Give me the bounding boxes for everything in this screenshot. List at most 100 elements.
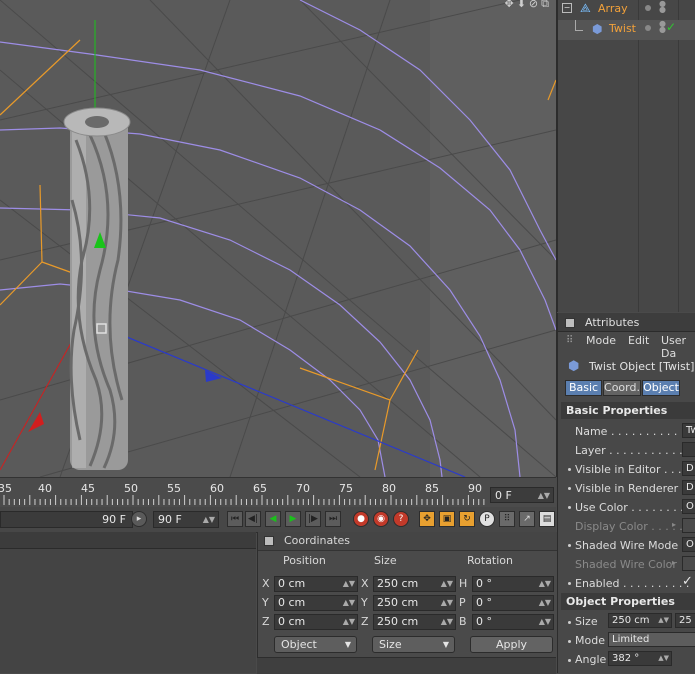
expand-arrow-icon[interactable]: ▸	[672, 558, 676, 567]
timeline-window-icon[interactable]: ▤	[539, 511, 555, 527]
use-color-dropdown[interactable]: O	[682, 499, 695, 514]
play-forward-icon[interactable]: ▶	[285, 511, 301, 527]
viewport-nav-icons[interactable]: ✥⬇⊘⧉	[504, 0, 552, 11]
object-row-array[interactable]: − ⟁ Array ● ●	[558, 0, 695, 20]
tab-basic[interactable]: Basic	[565, 380, 602, 396]
transport-bar: 90 F ▸ 90 F ▲▼ ⏮ ◀| ◀ ▶ |▶ ⏭ ● ◉ ? ✥ ▣ ↻ …	[0, 507, 556, 533]
visibility-dot-icon[interactable]	[645, 25, 651, 31]
tick-label: 55	[167, 482, 181, 495]
visible-renderer-dropdown[interactable]: D	[682, 480, 695, 495]
axis-label: P	[459, 596, 466, 609]
step-back-icon[interactable]: ◀|	[245, 511, 261, 527]
expand-arrow-icon[interactable]: ▸	[672, 520, 676, 529]
play-backward-icon[interactable]: ◀	[265, 511, 281, 527]
twist-deformer-icon: ⬢	[568, 359, 580, 374]
goto-end-icon[interactable]: ⏭	[325, 511, 341, 527]
axis-label: B	[459, 615, 467, 628]
tick-label: 40	[38, 482, 52, 495]
render-dot-icon[interactable]: ● ●	[659, 0, 666, 14]
tick-label: 45	[81, 482, 95, 495]
shaded-wire-color-swatch[interactable]	[682, 556, 695, 571]
enabled-checkbox[interactable]: ✓	[682, 574, 693, 589]
display-color-swatch[interactable]	[682, 518, 695, 533]
position-z-field[interactable]: 0 cm ▲▼	[274, 614, 358, 630]
rotation-p-field[interactable]: 0 ° ▲▼	[472, 595, 554, 611]
interpolation-icon[interactable]: ↗	[519, 511, 535, 527]
apply-button[interactable]: Apply	[470, 636, 553, 653]
rotation-key-icon[interactable]: ↻	[459, 511, 475, 527]
keyframe-selection-icon[interactable]: ?	[393, 511, 409, 527]
range-slider-handle[interactable]: ▸	[131, 511, 147, 527]
parameter-key-icon[interactable]: P	[479, 511, 495, 527]
animation-dot-icon[interactable]	[568, 468, 571, 471]
coordinates-header: Coordinates	[258, 532, 557, 551]
range-end-slider[interactable]: 90 F	[0, 511, 133, 528]
size-y-field[interactable]: 25	[675, 613, 695, 628]
menu-edit[interactable]: Edit	[628, 334, 649, 347]
axis-label: Z	[361, 615, 369, 628]
object-name[interactable]: Array	[598, 2, 628, 15]
size-z-field[interactable]: 250 cm ▲▼	[373, 614, 456, 630]
menu-user-data[interactable]: User Da	[661, 334, 695, 360]
axis-label: Z	[262, 615, 270, 628]
tick-label: 60	[210, 482, 224, 495]
visible-editor-dropdown[interactable]: D	[682, 461, 695, 476]
property-label: Name . . . . . . . . . . . .	[575, 425, 692, 438]
angle-field[interactable]: 382 ° ▲▼	[608, 651, 672, 666]
property-label: Display Color . . . . .	[575, 520, 683, 533]
animation-dot-icon[interactable]	[568, 659, 571, 662]
tab-coord[interactable]: Coord.	[603, 380, 641, 396]
size-x-field[interactable]: 250 cm ▲▼	[373, 576, 456, 592]
rotation-h-field[interactable]: 0 ° ▲▼	[472, 576, 554, 592]
animation-dot-icon[interactable]	[568, 582, 571, 585]
position-key-icon[interactable]: ✥	[419, 511, 435, 527]
animation-dot-icon[interactable]	[568, 487, 571, 490]
animation-dot-icon[interactable]	[568, 544, 571, 547]
object-row-twist[interactable]: ⬢ Twist ● ● ✓	[558, 20, 695, 40]
3d-viewport[interactable]: ✥⬇⊘⧉	[0, 0, 557, 477]
size-x-field[interactable]: 250 cm ▲▼	[608, 613, 672, 628]
viewport-scene[interactable]	[0, 0, 556, 477]
size-y-field[interactable]: 250 cm ▲▼	[373, 595, 456, 611]
collapse-toggle-icon[interactable]: −	[562, 3, 572, 13]
mode-dropdown[interactable]: Limited	[608, 632, 695, 647]
size-mode-dropdown[interactable]: Size ▼	[372, 636, 455, 653]
position-y-field[interactable]: 0 cm ▲▼	[274, 595, 358, 611]
animation-dot-icon[interactable]	[568, 621, 571, 624]
goto-start-icon[interactable]: ⏮	[227, 511, 243, 527]
position-x-field[interactable]: 0 cm ▲▼	[274, 576, 358, 592]
object-properties-section[interactable]: Object Properties	[561, 593, 695, 610]
timeline-ruler[interactable]: 35 40 45 50 55 60 65 70 75 80 85 90 0 F ▲…	[0, 477, 556, 508]
basic-properties-section[interactable]: Basic Properties	[561, 402, 695, 419]
coordinates-title: Coordinates	[284, 534, 351, 547]
rotation-b-field[interactable]: 0 ° ▲▼	[472, 614, 554, 630]
name-field[interactable]: Tw	[682, 423, 695, 438]
step-forward-icon[interactable]: |▶	[305, 511, 321, 527]
enabled-check-icon[interactable]: ✓	[666, 20, 676, 34]
rotation-header: Rotation	[467, 554, 514, 567]
point-level-key-icon[interactable]: ⠿	[499, 511, 515, 527]
visibility-dot-icon[interactable]	[645, 5, 651, 11]
object-name[interactable]: Twist	[609, 22, 636, 35]
coordinate-mode-dropdown[interactable]: Object ▼	[274, 636, 357, 653]
animation-dot-icon[interactable]	[568, 640, 571, 643]
axis-label: H	[459, 577, 468, 590]
scale-key-icon[interactable]: ▣	[439, 511, 455, 527]
panel-grip-icon[interactable]	[565, 318, 575, 328]
panel-grip-icon[interactable]	[264, 536, 274, 546]
end-frame-field[interactable]: 90 F ▲▼	[153, 511, 219, 528]
autokey-icon[interactable]: ◉	[373, 511, 389, 527]
current-frame-field[interactable]: 0 F ▲▼	[490, 487, 554, 503]
position-header: Position	[283, 554, 326, 567]
record-keys-icon[interactable]: ●	[353, 511, 369, 527]
property-label: Size	[575, 615, 598, 628]
tab-object[interactable]: Object	[642, 380, 680, 396]
menu-mode[interactable]: Mode	[586, 334, 616, 347]
timeline-ticks	[3, 495, 485, 505]
shaded-wire-mode-dropdown[interactable]: O	[682, 537, 695, 552]
tick-label: 35	[0, 482, 12, 495]
attributes-header: Attributes	[558, 313, 695, 332]
animation-dot-icon[interactable]	[568, 506, 571, 509]
render-dot-icon[interactable]: ● ●	[659, 20, 666, 34]
layer-field[interactable]	[682, 442, 695, 457]
